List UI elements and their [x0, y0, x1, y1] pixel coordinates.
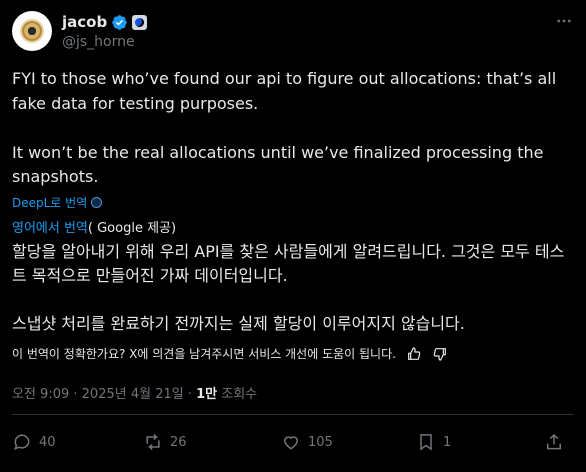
- tweet-date[interactable]: 2025년 4월 21일: [82, 387, 184, 402]
- verified-badge-icon[interactable]: [111, 14, 128, 31]
- name-row: jacob: [62, 12, 148, 32]
- like-button[interactable]: 105: [281, 432, 416, 452]
- divider: [12, 414, 574, 415]
- repost-icon: [146, 433, 160, 451]
- deepl-icon: [91, 197, 103, 208]
- translated-from-link[interactable]: 영어에서 번역: [12, 221, 88, 236]
- views-count: 1만: [196, 387, 218, 402]
- translated-text: 할당을 알아내기 위해 우리 API를 찾은 사람들에게 알려드립니다. 그것은…: [12, 242, 565, 333]
- tweet-header: jacob @js_horne: [12, 11, 574, 57]
- translated-from-label: 영어에서 번역( Google 제공): [12, 217, 176, 236]
- feedback-prompt: 이 번역이 정확한가요? X에 의견을 남겨주시면 서비스 개선에 도움이 됩니…: [12, 347, 396, 361]
- affiliate-badge-icon[interactable]: [132, 14, 148, 30]
- author-info: jacob @js_horne: [62, 12, 148, 50]
- translation-feedback: 이 번역이 정확한가요? X에 의견을 남겨주시면 서비스 개선에 도움이 됩니…: [12, 345, 448, 362]
- meta-separator: ·: [69, 387, 82, 402]
- deepl-translate-label[interactable]: DeepL로 번역: [12, 194, 87, 211]
- reply-button[interactable]: 40: [12, 432, 143, 452]
- bookmark-count: 1: [443, 434, 452, 450]
- repost-count: 26: [170, 434, 187, 450]
- bookmark-icon: [420, 434, 432, 451]
- tweet-time[interactable]: 오전 9:09: [12, 387, 69, 402]
- tweet-meta: 오전 9:09 · 2025년 4월 21일 · 1만 조회수: [12, 383, 257, 402]
- display-name[interactable]: jacob: [62, 13, 107, 31]
- thumbs-down-icon[interactable]: [432, 346, 448, 362]
- more-options-icon[interactable]: [554, 11, 574, 31]
- thumbs-up-icon[interactable]: [406, 346, 422, 362]
- deepl-translate-link[interactable]: DeepL로 번역: [12, 194, 103, 211]
- share-button[interactable]: [544, 432, 564, 452]
- translation-provider: ( Google 제공): [87, 221, 177, 236]
- share-icon: [547, 433, 561, 450]
- reply-count: 40: [39, 434, 56, 450]
- avatar[interactable]: [12, 11, 52, 51]
- action-bar: 40 26 105 1: [12, 427, 574, 457]
- tweet-text: FYI to those who’ve found our api to fig…: [12, 69, 557, 186]
- like-count: 105: [308, 434, 333, 450]
- avatar-image: [22, 21, 42, 41]
- bookmark-button[interactable]: 1: [416, 432, 544, 452]
- heart-icon: [283, 436, 299, 450]
- reply-icon: [14, 434, 30, 450]
- handle[interactable]: @js_horne: [62, 34, 147, 50]
- repost-button[interactable]: 26: [143, 432, 281, 452]
- views-label: 조회수: [217, 387, 258, 402]
- meta-separator-2: ·: [183, 387, 197, 402]
